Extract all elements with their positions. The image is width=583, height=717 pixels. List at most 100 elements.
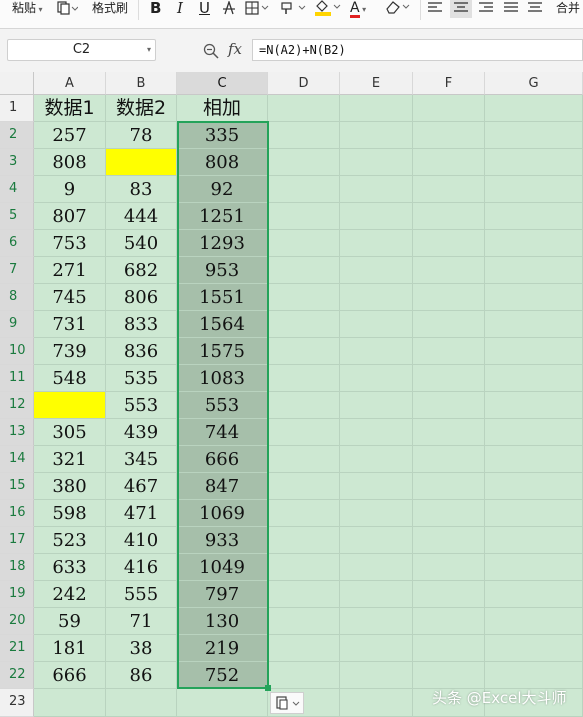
fill-handle[interactable] <box>265 685 271 691</box>
cell-e6[interactable] <box>340 230 413 257</box>
cell-g8[interactable] <box>485 284 583 311</box>
cell-e16[interactable] <box>340 500 413 527</box>
cell-c17[interactable]: 933 <box>177 527 268 554</box>
cell-c23[interactable] <box>177 689 268 717</box>
cell-a11[interactable]: 548 <box>34 365 106 392</box>
cell-g5[interactable] <box>485 203 583 230</box>
column-header-c[interactable]: C <box>177 72 268 95</box>
fx-button[interactable]: fx <box>228 40 242 58</box>
row-header-18[interactable]: 18 <box>0 554 34 581</box>
row-header-23[interactable]: 23 <box>0 689 34 717</box>
cell-d22[interactable] <box>268 662 340 689</box>
cell-f3[interactable] <box>413 149 485 176</box>
row-header-16[interactable]: 16 <box>0 500 34 527</box>
cell-b7[interactable]: 682 <box>106 257 177 284</box>
paste-options-button[interactable] <box>270 692 304 714</box>
cell-d12[interactable] <box>268 392 340 419</box>
cell-a12[interactable] <box>34 392 106 419</box>
cell-b5[interactable]: 444 <box>106 203 177 230</box>
cell-c5[interactable]: 1251 <box>177 203 268 230</box>
cell-a14[interactable]: 321 <box>34 446 106 473</box>
cell-c10[interactable]: 1575 <box>177 338 268 365</box>
cell-d13[interactable] <box>268 419 340 446</box>
cell-e14[interactable] <box>340 446 413 473</box>
cell-e11[interactable] <box>340 365 413 392</box>
row-header-22[interactable]: 22 <box>0 662 34 689</box>
cell-d15[interactable] <box>268 473 340 500</box>
column-header-e[interactable]: E <box>340 72 413 95</box>
cell-c9[interactable]: 1564 <box>177 311 268 338</box>
cell-f1[interactable] <box>413 95 485 122</box>
cell-g22[interactable] <box>485 662 583 689</box>
copy-button[interactable] <box>56 1 78 17</box>
font-color-button[interactable]: A ▾ <box>350 0 366 18</box>
cell-c18[interactable]: 1049 <box>177 554 268 581</box>
cell-e20[interactable] <box>340 608 413 635</box>
cell-a19[interactable]: 242 <box>34 581 106 608</box>
cell-a15[interactable]: 380 <box>34 473 106 500</box>
cell-f8[interactable] <box>413 284 485 311</box>
row-header-13[interactable]: 13 <box>0 419 34 446</box>
cell-d16[interactable] <box>268 500 340 527</box>
cell-a9[interactable]: 731 <box>34 311 106 338</box>
cell-b12[interactable]: 553 <box>106 392 177 419</box>
row-header-12[interactable]: 12 <box>0 392 34 419</box>
distribute-button[interactable] <box>527 1 543 17</box>
cell-c14[interactable]: 666 <box>177 446 268 473</box>
cell-g14[interactable] <box>485 446 583 473</box>
cell-d19[interactable] <box>268 581 340 608</box>
cell-f17[interactable] <box>413 527 485 554</box>
cell-f20[interactable] <box>413 608 485 635</box>
row-header-21[interactable]: 21 <box>0 635 34 662</box>
cell-f22[interactable] <box>413 662 485 689</box>
column-header-f[interactable]: F <box>413 72 485 95</box>
row-header-14[interactable]: 14 <box>0 446 34 473</box>
cell-a2[interactable]: 257 <box>34 122 106 149</box>
name-box-dropdown-icon[interactable]: ▾ <box>147 40 151 60</box>
cell-f16[interactable] <box>413 500 485 527</box>
cell-e1[interactable] <box>340 95 413 122</box>
cell-c12[interactable]: 553 <box>177 392 268 419</box>
cell-a16[interactable]: 598 <box>34 500 106 527</box>
cell-a8[interactable]: 745 <box>34 284 106 311</box>
cell-g20[interactable] <box>485 608 583 635</box>
cell-a20[interactable]: 59 <box>34 608 106 635</box>
cell-b6[interactable]: 540 <box>106 230 177 257</box>
cell-f9[interactable] <box>413 311 485 338</box>
cell-g13[interactable] <box>485 419 583 446</box>
cell-b19[interactable]: 555 <box>106 581 177 608</box>
row-header-7[interactable]: 7 <box>0 257 34 284</box>
font-color-dropdown-icon[interactable]: ▾ <box>360 5 366 14</box>
cell-b4[interactable]: 83 <box>106 176 177 203</box>
row-header-9[interactable]: 9 <box>0 311 34 338</box>
paste-button[interactable]: 粘贴 ▾ <box>12 0 43 16</box>
cell-e4[interactable] <box>340 176 413 203</box>
cell-d6[interactable] <box>268 230 340 257</box>
cell-c7[interactable]: 953 <box>177 257 268 284</box>
cell-b1[interactable]: 数据2 <box>106 95 177 122</box>
cell-d4[interactable] <box>268 176 340 203</box>
cell-e7[interactable] <box>340 257 413 284</box>
cell-a23[interactable] <box>34 689 106 717</box>
column-header-a[interactable]: A <box>34 72 106 95</box>
cell-f12[interactable] <box>413 392 485 419</box>
paste-dropdown-icon[interactable]: ▾ <box>36 5 43 14</box>
cell-c8[interactable]: 1551 <box>177 284 268 311</box>
cell-b15[interactable]: 467 <box>106 473 177 500</box>
formula-input[interactable]: =N(A2)+N(B2) <box>252 39 583 61</box>
cell-d17[interactable] <box>268 527 340 554</box>
cell-g17[interactable] <box>485 527 583 554</box>
cell-f14[interactable] <box>413 446 485 473</box>
cell-f7[interactable] <box>413 257 485 284</box>
bold-button[interactable]: B <box>150 0 161 16</box>
cell-e18[interactable] <box>340 554 413 581</box>
cell-d10[interactable] <box>268 338 340 365</box>
cell-e15[interactable] <box>340 473 413 500</box>
row-header-2[interactable]: 2 <box>0 122 34 149</box>
cell-d3[interactable] <box>268 149 340 176</box>
cell-e12[interactable] <box>340 392 413 419</box>
cell-a17[interactable]: 523 <box>34 527 106 554</box>
cell-c22[interactable]: 752 <box>177 662 268 689</box>
cell-e10[interactable] <box>340 338 413 365</box>
cell-b18[interactable]: 416 <box>106 554 177 581</box>
